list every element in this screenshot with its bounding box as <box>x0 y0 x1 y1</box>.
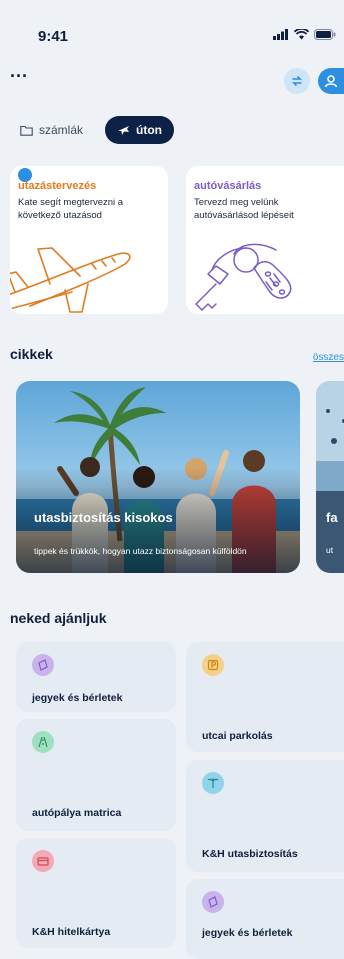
recommended-tile-tickets[interactable]: jegyek és bérletek <box>16 642 176 712</box>
card-title: utazástervezés <box>18 180 97 192</box>
tab-label: számlák <box>39 123 84 137</box>
article-description: tippek és trükkök, hogyan utazz biztonsá… <box>34 546 247 556</box>
tab-on-the-road[interactable]: úton <box>105 116 175 144</box>
card-description: Kate segít megtervezni a következő utazá… <box>18 197 124 221</box>
parking-icon <box>202 654 224 676</box>
card-title: autóvásárlás <box>194 180 262 192</box>
tile-label: K&H utasbiztosítás <box>202 848 298 860</box>
article-card[interactable]: utasbiztosítás kisokos tippek és trükkök… <box>16 381 300 573</box>
tab-label: úton <box>136 123 163 137</box>
tile-label: jegyek és bérletek <box>32 692 123 704</box>
airplane-illustration-icon <box>10 247 131 313</box>
tile-label: utcai parkolás <box>202 730 273 742</box>
highway-icon <box>32 731 54 753</box>
tab-bar: számlák úton <box>18 116 175 144</box>
plane-icon <box>118 125 130 135</box>
recommended-title: neked ajánljuk <box>10 610 107 626</box>
articles-title: cikkek <box>10 346 53 362</box>
car-keys-illustration-icon <box>195 243 292 311</box>
status-icons <box>273 29 336 40</box>
notification-dot <box>18 168 32 182</box>
wifi-icon <box>294 29 309 40</box>
recommended-tile-highway[interactable]: autópálya matrica <box>16 719 176 831</box>
tile-label: jegyek és bérletek <box>202 927 293 939</box>
header-actions <box>284 68 344 94</box>
recommended-tile-tickets-2[interactable]: jegyek és bérletek <box>186 879 344 959</box>
profile-avatar-button[interactable] <box>318 68 344 94</box>
ticket-icon <box>32 654 54 676</box>
recommended-tile-travel-insurance[interactable]: K&H utasbiztosítás <box>186 760 344 872</box>
tile-label: autópálya matrica <box>32 807 122 819</box>
card-description: Tervezd meg velünk autóvásárlásod lépése… <box>194 197 294 221</box>
user-icon <box>324 75 338 88</box>
travel-planning-card[interactable]: utazástervezés Kate segít megtervezni a … <box>10 166 168 314</box>
tab-accounts[interactable]: számlák <box>18 116 95 144</box>
battery-icon <box>314 29 336 40</box>
signal-icon <box>273 29 288 40</box>
status-time: 9:41 <box>38 28 69 45</box>
article-title: utasbiztosítás kisokos <box>34 510 173 525</box>
see-all-articles-link[interactable]: összes <box>313 352 344 363</box>
palm-icon <box>202 772 224 794</box>
article-title: fa <box>326 510 338 525</box>
swap-button[interactable] <box>284 68 310 94</box>
article-card-partial[interactable]: fa ut <box>316 381 344 573</box>
recommended-tile-parking[interactable]: utcai parkolás <box>186 642 344 752</box>
ticket-icon <box>202 891 224 913</box>
card-icon <box>32 850 54 872</box>
article-description: ut <box>326 545 334 555</box>
swap-icon <box>292 76 302 86</box>
car-buying-card[interactable]: autóvásárlás Tervezd meg velünk autóvásá… <box>186 166 344 314</box>
more-menu-button[interactable]: ... <box>10 62 28 80</box>
recommended-tile-credit-card[interactable]: K&H hitelkártya <box>16 838 176 948</box>
tile-label: K&H hitelkártya <box>32 926 111 938</box>
folder-icon <box>20 125 33 136</box>
